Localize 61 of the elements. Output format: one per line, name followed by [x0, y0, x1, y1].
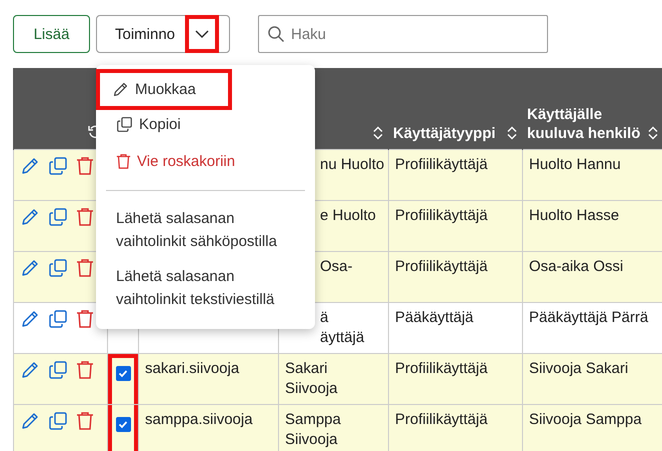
- checkbox[interactable]: [116, 417, 130, 432]
- pencil-icon[interactable]: [20, 207, 40, 227]
- add-button[interactable]: Lisää: [13, 15, 90, 53]
- search-field[interactable]: Haku: [258, 15, 548, 53]
- user-type-text: Profiilikäyttäjä: [395, 411, 488, 428]
- sort-icon[interactable]: [646, 126, 658, 140]
- person-text: Huolto Hasse: [529, 207, 620, 224]
- checkbox[interactable]: [116, 366, 130, 381]
- pencil-icon[interactable]: [20, 258, 40, 278]
- person-text: Huolto Hannu: [529, 156, 621, 173]
- copy-icon[interactable]: [48, 156, 68, 176]
- name-text: e Huolto: [320, 207, 376, 224]
- copy-icon[interactable]: [48, 207, 68, 227]
- trash-icon[interactable]: [76, 207, 94, 227]
- copy-icon[interactable]: [48, 360, 68, 380]
- pencil-icon: [112, 81, 129, 98]
- menu-item[interactable]: Muokkaa: [100, 73, 228, 106]
- copy-icon[interactable]: [48, 309, 68, 329]
- person-text: Osa-aika Ossi: [529, 258, 624, 275]
- sort-icon[interactable]: [506, 126, 518, 140]
- person-text: Siivooja Sakari: [529, 360, 628, 377]
- username-text: samppa.siivooja: [145, 411, 253, 428]
- user-type-text: Profiilikäyttäjä: [395, 360, 488, 377]
- trash-icon[interactable]: [76, 258, 94, 278]
- person-text: Siivooja Samppa: [529, 411, 642, 428]
- name-text: nu Huolto: [320, 156, 384, 173]
- copy-icon[interactable]: [48, 411, 68, 431]
- sort-icon[interactable]: [372, 126, 384, 140]
- column-header[interactable]: Käyttäjätyyppi: [388, 68, 522, 150]
- user-type-text: Profiilikäyttäjä: [395, 258, 488, 275]
- menu-item[interactable]: Kopioi: [100, 106, 311, 143]
- check-icon: [118, 420, 128, 429]
- user-type-text: Pääkäyttäjä: [395, 309, 474, 326]
- username-text: sakari.siivooja: [145, 360, 240, 377]
- actions-button[interactable]: Toiminno: [96, 15, 230, 53]
- copy-icon[interactable]: [48, 258, 68, 278]
- check-icon: [118, 369, 128, 378]
- column-header[interactable]: Käyttäjälle kuuluva henkilö: [522, 68, 662, 150]
- pencil-icon[interactable]: [20, 411, 40, 431]
- menu-item[interactable]: Vie roskakoriin: [100, 143, 311, 180]
- pencil-icon[interactable]: [20, 360, 40, 380]
- name-text: Samppa Siivooja: [285, 411, 341, 448]
- trash-icon[interactable]: [76, 156, 94, 176]
- user-type-text: Profiilikäyttäjä: [395, 207, 488, 224]
- name-text: ä äyttäjä: [320, 309, 364, 346]
- menu-item[interactable]: Lähetä salasanan vaihtolinkit sähköpostilla: [100, 201, 311, 259]
- trash-icon[interactable]: [76, 360, 94, 380]
- search-icon: [267, 25, 285, 43]
- name-text: Sakari Siivooja: [285, 360, 338, 397]
- pencil-icon[interactable]: [20, 309, 40, 329]
- chevron-down-icon: [195, 29, 209, 39]
- person-text: Pääkäyttäjä Pärrä: [529, 309, 648, 326]
- pencil-icon[interactable]: [20, 156, 40, 176]
- name-text: Osa-: [320, 258, 353, 275]
- trash-icon[interactable]: [76, 411, 94, 431]
- user-type-text: Profiilikäyttäjä: [395, 156, 488, 173]
- trash-icon: [116, 153, 131, 170]
- menu-item[interactable]: Lähetä salasanan vaihtolinkit tekstiviestillä: [100, 259, 311, 317]
- copy-icon: [116, 116, 133, 133]
- dropdown-toggle[interactable]: [185, 15, 219, 53]
- trash-icon[interactable]: [76, 309, 94, 329]
